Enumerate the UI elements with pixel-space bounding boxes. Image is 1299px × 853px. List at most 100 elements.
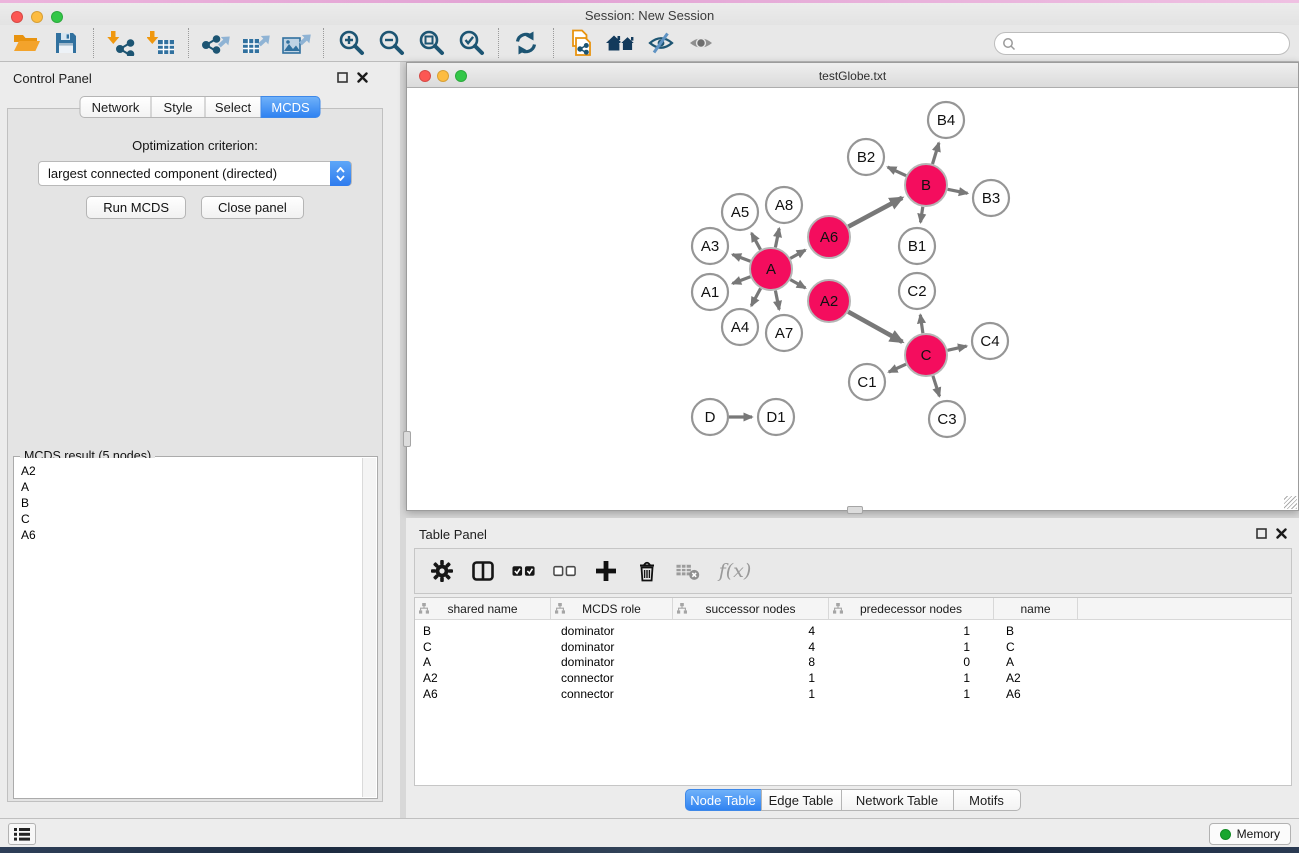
table-cell[interactable]: B [415,624,551,638]
table-cell[interactable]: A6 [994,687,1078,701]
graph-edge-B-B3[interactable] [948,189,968,193]
network-canvas[interactable]: B4B2BB3A8A5A6A3B1AA1C2A2A4A7C4CC1C3DD1 [407,88,1298,510]
select-all-columns-button[interactable] [512,558,536,584]
table-cell[interactable]: 8 [673,655,829,669]
network-window-titlebar[interactable]: testGlobe.txt [407,63,1298,88]
table-cell[interactable]: connector [551,671,673,685]
clone-network-button[interactable] [561,27,601,59]
import-table-button[interactable] [141,27,181,59]
table-row-A2[interactable]: A2connector11A2 [415,670,1291,686]
graph-edge-A-A8[interactable] [775,229,779,248]
zoom-network-button[interactable] [455,70,467,82]
delete-columns-button[interactable] [635,558,659,584]
graph-edge-B-B2[interactable] [888,167,906,176]
graph-edge-C-C3[interactable] [933,376,940,396]
table-row-A[interactable]: Adominator80A [415,655,1291,671]
tab-select[interactable]: Select [205,96,262,118]
toggle-panel-split-button[interactable] [471,558,495,584]
graph-edge-A-A5[interactable] [752,233,761,250]
minimize-network-button[interactable] [437,70,449,82]
graph-edge-C-C4[interactable] [948,346,967,350]
graph-edge-B-B1[interactable] [921,207,923,223]
table-cell[interactable]: 1 [829,671,994,685]
column-header-mcds-role[interactable]: MCDS role [551,598,673,619]
table-row-C[interactable]: Cdominator41C [415,639,1291,655]
zoom-fit-button[interactable] [411,27,451,59]
table-cell[interactable]: A6 [415,687,551,701]
table-cell[interactable]: C [994,640,1078,654]
result-list-scrollbar[interactable] [362,458,376,797]
export-table-button[interactable] [236,27,276,59]
table-row-B[interactable]: Bdominator41B [415,623,1291,639]
export-image-button[interactable] [276,27,316,59]
zoom-selected-button[interactable] [451,27,491,59]
left-splitter-grip[interactable] [403,431,411,447]
function-builder-button[interactable]: f(x) [717,558,753,584]
home-view-button[interactable] [601,27,641,59]
table-cell[interactable]: A2 [415,671,551,685]
open-session-button[interactable] [6,27,46,59]
hide-selected-button[interactable] [641,27,681,59]
mcds-result-item[interactable]: A2 [15,463,362,479]
graph-edge-A6-B[interactable] [848,198,902,227]
table-cell[interactable]: A [415,655,551,669]
table-cell[interactable]: 1 [673,687,829,701]
table-cell[interactable]: A [994,655,1078,669]
close-panel-button[interactable]: Close panel [201,196,304,219]
table-cell[interactable]: 4 [673,640,829,654]
mcds-result-item[interactable]: C [15,511,362,527]
table-cell[interactable]: dominator [551,624,673,638]
column-header-name[interactable]: name [994,598,1078,619]
float-panel-icon[interactable] [1256,528,1267,539]
tab-mcds[interactable]: MCDS [261,96,321,118]
tab-edge-table[interactable]: Edge Table [761,789,842,811]
graph-edge-A-A3[interactable] [733,255,751,262]
tab-network[interactable]: Network [80,96,152,118]
graph-edge-A-A1[interactable] [733,277,751,284]
tab-network-table[interactable]: Network Table [841,789,954,811]
column-header-predecessor-nodes[interactable]: predecessor nodes [829,598,994,619]
graph-edge-C-C2[interactable] [920,315,923,333]
table-row-A6[interactable]: A6connector11A6 [415,686,1291,702]
column-header-shared-name[interactable]: shared name [415,598,551,619]
close-network-button[interactable] [419,70,431,82]
table-cell[interactable]: 1 [673,671,829,685]
float-panel-icon[interactable] [337,72,348,83]
export-network-button[interactable] [196,27,236,59]
mcds-result-item[interactable]: A [15,479,362,495]
graph-edge-A-A2[interactable] [790,280,805,288]
task-history-button[interactable] [8,823,36,845]
mcds-result-item[interactable]: B [15,495,362,511]
tab-node-table[interactable]: Node Table [685,789,762,811]
graph-edge-B-B4[interactable] [933,143,939,164]
mcds-result-list[interactable]: A2ABCA6 [15,458,362,797]
column-header-successor-nodes[interactable]: successor nodes [673,598,829,619]
close-panel-icon[interactable] [357,72,368,83]
table-cell[interactable]: 1 [829,687,994,701]
table-cell[interactable]: 1 [829,640,994,654]
graph-edge-C-C1[interactable] [889,364,906,372]
table-cell[interactable]: 4 [673,624,829,638]
table-cell[interactable]: dominator [551,640,673,654]
tab-motifs[interactable]: Motifs [953,789,1021,811]
table-cell[interactable]: 1 [829,624,994,638]
create-column-button[interactable] [594,558,618,584]
graph-edge-A-A6[interactable] [790,250,805,258]
table-cell[interactable]: connector [551,687,673,701]
optimization-criterion-dropdown[interactable]: largest connected component (directed) [38,161,352,186]
delete-table-button[interactable] [676,558,700,584]
close-panel-icon[interactable] [1276,528,1287,539]
graph-edge-A-A4[interactable] [751,288,760,305]
mcds-result-item[interactable]: A6 [15,527,362,543]
table-cell[interactable]: A2 [994,671,1078,685]
zoom-out-button[interactable] [371,27,411,59]
unselect-all-columns-button[interactable] [553,558,577,584]
table-cell[interactable]: dominator [551,655,673,669]
table-cell[interactable]: C [415,640,551,654]
save-session-button[interactable] [46,27,86,59]
graph-edge-A-A7[interactable] [775,291,779,310]
global-search-field[interactable] [994,32,1290,55]
show-hidden-button[interactable] [681,27,721,59]
graph-edge-A2-C[interactable] [848,312,902,342]
bottom-splitter-grip[interactable] [847,506,863,514]
